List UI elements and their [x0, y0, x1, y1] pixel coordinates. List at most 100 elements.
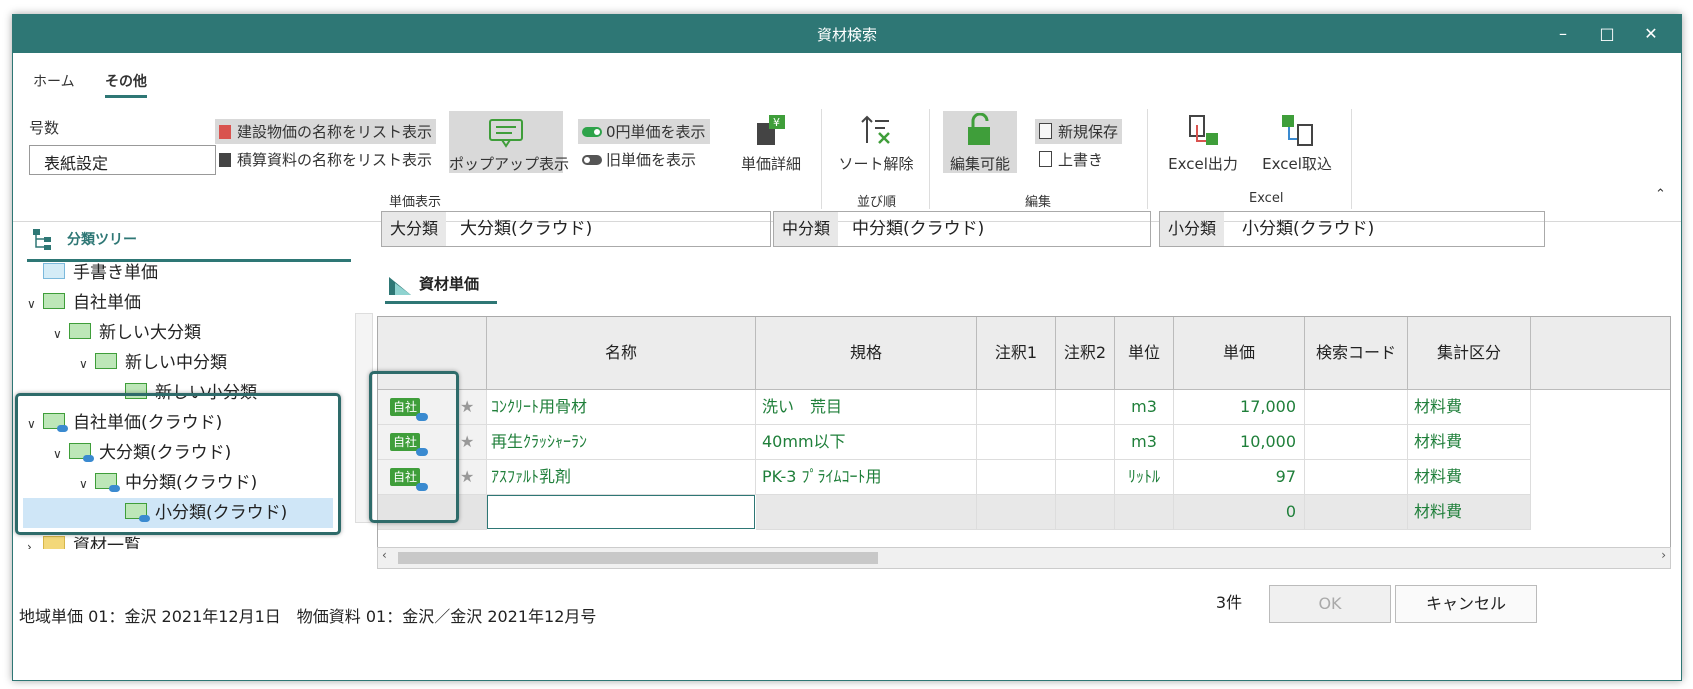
cell-spec[interactable] [756, 495, 977, 530]
excel-import-button[interactable]: Excel取込 [1255, 111, 1339, 173]
cell-spec[interactable]: PK-3 ﾌﾟﾗｲﾑｺｰﾄ用 [756, 460, 977, 495]
cell-category[interactable]: 材料費 [1408, 495, 1531, 530]
column-header-category[interactable]: 集計区分 [1408, 317, 1531, 390]
save-icon [1039, 151, 1052, 167]
chevron-down-icon[interactable]: ∨ [79, 349, 95, 379]
cell-note1[interactable] [977, 390, 1056, 425]
cell-search-code[interactable] [1305, 390, 1408, 425]
tab-home[interactable]: ホーム [33, 71, 75, 95]
show-old-price-toggle[interactable]: 旧単価を表示 [582, 149, 696, 170]
column-header-price[interactable]: 単価 [1174, 317, 1305, 390]
tree-node-new-large[interactable]: ∨ 新しい大分類 [53, 318, 201, 348]
cell-category[interactable]: 材料費 [1408, 390, 1531, 425]
toggle-off-icon [582, 155, 602, 165]
unlock-icon [968, 113, 990, 145]
mid-category-value: 中分類(クラウド) [852, 219, 985, 239]
cell-note2[interactable] [1056, 425, 1115, 460]
cell-unit[interactable] [1115, 495, 1174, 530]
tree-icon [33, 229, 51, 250]
excel-export-button[interactable]: Excel出力 [1161, 111, 1245, 173]
materials-icon [389, 277, 411, 295]
sort-clear-button[interactable]: ソート解除 [831, 111, 921, 173]
column-header-extra [1531, 317, 1670, 390]
cell-category[interactable]: 材料費 [1408, 460, 1531, 495]
result-count: 3件 [1215, 593, 1243, 612]
cell-note1[interactable] [977, 495, 1056, 530]
group-price-display: 単価表示 [389, 195, 442, 210]
status-text: 地域単価 01：金沢 2021年12月1日 物価資料 01：金沢／金沢 2021… [19, 607, 597, 626]
cell-name[interactable]: ｱｽﾌｧﾙﾄ乳剤 [487, 460, 756, 495]
number-select[interactable]: 表紙設定 ⌄ [29, 145, 216, 175]
column-header-note1[interactable]: 注釈1 [977, 317, 1056, 390]
chevron-down-icon: ⌄ [44, 150, 55, 165]
star-icon[interactable]: ★ [460, 467, 474, 486]
cell-note1[interactable] [977, 460, 1056, 495]
price-detail-icon: ¥ [757, 115, 785, 145]
book-red-icon [219, 125, 231, 139]
cell-category[interactable]: 材料費 [1408, 425, 1531, 460]
column-header-unit[interactable]: 単位 [1115, 317, 1174, 390]
cancel-button[interactable]: キャンセル [1395, 585, 1537, 623]
cell-note2[interactable] [1056, 460, 1115, 495]
popup-display-label: ポップアップ表示 [449, 155, 570, 173]
scroll-left-icon[interactable]: ‹ [382, 548, 387, 562]
cell-note2[interactable] [1056, 390, 1115, 425]
star-icon[interactable]: ★ [460, 397, 474, 416]
cell-spec[interactable]: 40mm以下 [756, 425, 977, 460]
table-horizontal-scrollbar[interactable]: ‹ › [377, 547, 1671, 569]
tree-node-company[interactable]: ∨ 自社単価 [27, 288, 141, 318]
chevron-down-icon[interactable]: ∨ [27, 289, 43, 319]
save-new-button[interactable]: 新規保存 [1035, 119, 1123, 144]
sort-clear-icon [861, 115, 890, 144]
editable-button[interactable]: 編集可能 [943, 111, 1017, 173]
cell-name-input[interactable] [487, 495, 755, 529]
cell-search-code[interactable] [1305, 425, 1408, 460]
column-header-search-code[interactable]: 検索コード [1305, 317, 1408, 390]
cell-note2[interactable] [1056, 495, 1115, 530]
column-header-spec[interactable]: 規格 [756, 317, 977, 390]
cell-search-code[interactable] [1305, 460, 1408, 495]
cell-unit[interactable]: ﾘｯﾄﾙ [1115, 460, 1174, 495]
cell-name[interactable]: 再生ｸﾗｯｼｬｰﾗﾝ [487, 425, 756, 460]
show-estimate-names-toggle[interactable]: 積算資料の名称をリスト表示 [219, 149, 432, 170]
minimize-icon[interactable]: – [1543, 21, 1583, 47]
cell-name[interactable]: ｺﾝｸﾘｰﾄ用骨材 [487, 390, 756, 425]
column-header-note2[interactable]: 注釈2 [1056, 317, 1115, 390]
cell-spec[interactable]: 洗い 荒目 [756, 390, 977, 425]
sort-clear-label: ソート解除 [838, 155, 914, 173]
folder-icon [95, 353, 117, 369]
editable-label: 編集可能 [949, 155, 1010, 173]
price-detail-button[interactable]: ¥ 単価詳細 [731, 111, 811, 173]
cell-note1[interactable] [977, 425, 1056, 460]
collapse-ribbon-icon[interactable]: ⌃ [1655, 187, 1666, 202]
show-building-names-toggle[interactable]: 建設物価の名称をリスト表示 [215, 119, 437, 144]
maximize-icon[interactable]: □ [1587, 21, 1627, 47]
overwrite-button[interactable]: 上書き [1039, 149, 1103, 170]
close-icon[interactable]: ✕ [1631, 21, 1671, 47]
ribbon-tabs: ホーム その他 [13, 53, 1681, 103]
cell-unit[interactable]: m3 [1115, 390, 1174, 425]
tree-node-handwritten[interactable]: 手書き単価 [43, 258, 158, 288]
chevron-down-icon[interactable]: ∨ [53, 319, 69, 349]
cell-price[interactable]: 0 [1174, 495, 1305, 530]
popup-display-button[interactable]: ポップアップ表示 [449, 111, 570, 173]
star-icon[interactable]: ★ [460, 432, 474, 451]
column-header-name[interactable]: 名称 [487, 317, 756, 390]
highlight-cloud-tree [15, 393, 341, 535]
cell-price[interactable]: 17,000 [1174, 390, 1305, 425]
scroll-right-icon[interactable]: › [1661, 548, 1666, 562]
small-category-label: 小分類 [1160, 212, 1225, 246]
cell-unit[interactable]: m3 [1115, 425, 1174, 460]
scroll-thumb[interactable] [398, 552, 878, 564]
ok-button[interactable]: OK [1269, 585, 1391, 623]
cell-price[interactable]: 10,000 [1174, 425, 1305, 460]
tab-other[interactable]: その他 [105, 71, 147, 98]
divider [1147, 109, 1148, 209]
toggle-on-icon [582, 127, 602, 137]
show-zero-price-toggle[interactable]: 0円単価を表示 [578, 119, 710, 144]
cell-search-code[interactable] [1305, 495, 1408, 530]
tree-node-new-mid[interactable]: ∨ 新しい中分類 [79, 348, 227, 378]
tree-header-label: 分類ツリー [67, 232, 137, 248]
cell-price[interactable]: 97 [1174, 460, 1305, 495]
speech-bubble-icon [489, 119, 523, 148]
